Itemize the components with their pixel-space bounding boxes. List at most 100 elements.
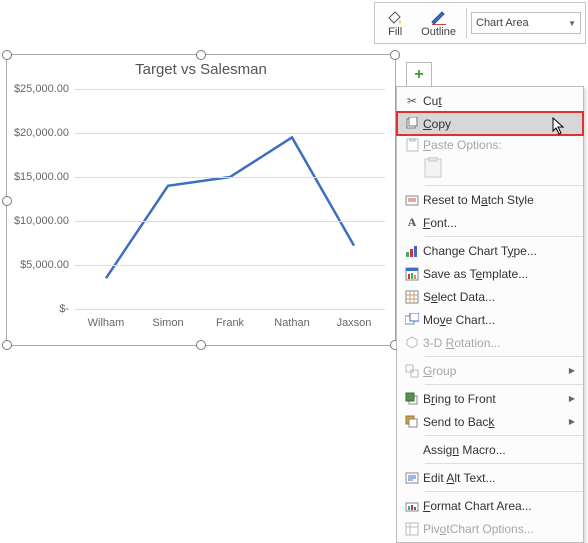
ctx-3d-label: 3-D Rotation... <box>423 336 575 350</box>
context-menu: ✂ Cut Copy Paste Options: Reset to Match… <box>396 86 584 543</box>
pivot-options-icon <box>401 522 423 536</box>
x-axis-label: Frank <box>199 317 261 329</box>
gridline <box>75 221 385 222</box>
font-icon: A <box>401 215 423 230</box>
ctx-separator <box>425 185 583 186</box>
ctx-separator <box>425 491 583 492</box>
chevron-down-icon: ▼ <box>568 19 576 28</box>
ctx-edit-alt-text[interactable]: Edit Alt Text... <box>397 466 583 489</box>
select-data-icon <box>401 290 423 304</box>
selection-handle[interactable] <box>390 50 400 60</box>
chart-plot-area: WilhamSimonFrankNathanJaxson $-$5,000.00… <box>75 89 385 309</box>
gridline <box>75 177 385 178</box>
ctx-alt-text-label: Edit Alt Text... <box>423 471 575 485</box>
x-axis-label: Simon <box>137 317 199 329</box>
paste-option-icon <box>423 157 575 182</box>
chevron-right-icon: ▶ <box>569 366 575 375</box>
ctx-paste-options: Paste Options: <box>397 135 583 155</box>
chart-element-selector-value: Chart Area <box>476 17 529 29</box>
clipboard-icon <box>401 138 423 152</box>
chart-type-icon <box>401 244 423 258</box>
selection-handle[interactable] <box>2 196 12 206</box>
chart-area[interactable]: Target vs Salesman WilhamSimonFrankNatha… <box>6 54 396 346</box>
selection-handle[interactable] <box>196 340 206 350</box>
ctx-group-label: Group <box>423 364 569 378</box>
selection-handle[interactable] <box>196 50 206 60</box>
ctx-3d-rotation: 3-D Rotation... <box>397 331 583 354</box>
ctx-reset-style[interactable]: Reset to Match Style <box>397 188 583 211</box>
ctx-bring-front-label: Bring to Front <box>423 392 569 406</box>
pen-outline-icon <box>429 8 449 26</box>
y-axis-label: $15,000.00 <box>7 171 69 183</box>
ctx-paste-options-label: Paste Options: <box>423 138 575 152</box>
x-axis-labels: WilhamSimonFrankNathanJaxson <box>75 317 385 329</box>
copy-icon <box>401 117 423 131</box>
paint-bucket-icon <box>385 8 405 26</box>
ctx-separator <box>425 463 583 464</box>
ctx-format-chart-area[interactable]: Format Chart Area... <box>397 494 583 517</box>
ctx-separator <box>425 356 583 357</box>
toolbar-divider <box>466 8 467 38</box>
ctx-save-template-label: Save as Template... <box>423 267 575 281</box>
ctx-send-back[interactable]: Send to Back ▶ <box>397 410 583 433</box>
gridline <box>75 133 385 134</box>
fill-label: Fill <box>388 26 402 38</box>
chart-mini-toolbar: Fill Outline Chart Area ▼ <box>374 2 586 44</box>
format-area-icon <box>401 499 423 513</box>
gridline <box>75 89 385 90</box>
ctx-select-data[interactable]: Select Data... <box>397 285 583 308</box>
chart-line-series <box>75 89 385 309</box>
bring-front-icon <box>401 392 423 406</box>
ctx-separator <box>425 236 583 237</box>
x-axis-label: Nathan <box>261 317 323 329</box>
x-axis-label: Jaxson <box>323 317 385 329</box>
ctx-separator <box>425 384 583 385</box>
ctx-change-chart-type[interactable]: Change Chart Type... <box>397 239 583 262</box>
ctx-bring-front[interactable]: Bring to Front ▶ <box>397 387 583 410</box>
y-axis-label: $- <box>7 303 69 315</box>
chart-elements-plus-button[interactable]: + <box>406 62 432 88</box>
ctx-assign-macro[interactable]: Assign Macro... <box>397 438 583 461</box>
outline-label: Outline <box>421 26 456 38</box>
fill-button[interactable]: Fill <box>379 6 411 40</box>
ctx-move-chart-label: Move Chart... <box>423 313 575 327</box>
alt-text-icon <box>401 471 423 485</box>
ctx-separator <box>425 435 583 436</box>
group-icon <box>401 364 423 378</box>
chart-element-selector[interactable]: Chart Area ▼ <box>471 12 581 34</box>
y-axis-label: $25,000.00 <box>7 83 69 95</box>
ctx-copy-label: Copy <box>423 117 575 131</box>
ctx-send-back-label: Send to Back <box>423 415 569 429</box>
x-axis-label: Wilham <box>75 317 137 329</box>
ctx-font[interactable]: A Font... <box>397 211 583 234</box>
gridline <box>75 265 385 266</box>
chevron-right-icon: ▶ <box>569 417 575 426</box>
y-axis-label: $5,000.00 <box>7 259 69 271</box>
gridline <box>75 309 385 310</box>
y-axis-label: $10,000.00 <box>7 215 69 227</box>
y-axis-label: $20,000.00 <box>7 127 69 139</box>
move-chart-icon <box>401 313 423 327</box>
ctx-group: Group ▶ <box>397 359 583 382</box>
ctx-save-template[interactable]: Save as Template... <box>397 262 583 285</box>
ctx-font-label: Font... <box>423 216 575 230</box>
ctx-change-type-label: Change Chart Type... <box>423 244 575 258</box>
outline-button[interactable]: Outline <box>415 6 462 40</box>
reset-style-icon <box>401 193 423 207</box>
scissors-icon: ✂ <box>401 94 423 108</box>
ctx-copy[interactable]: Copy <box>397 112 583 135</box>
ctx-reset-label: Reset to Match Style <box>423 193 575 207</box>
ctx-format-area-label: Format Chart Area... <box>423 499 575 513</box>
ctx-cut[interactable]: ✂ Cut <box>397 89 583 112</box>
ctx-paste-option-clipboard <box>397 155 583 183</box>
ctx-pivotchart-options: PivotChart Options... <box>397 517 583 540</box>
ctx-assign-macro-label: Assign Macro... <box>423 443 575 457</box>
rotate-3d-icon <box>401 336 423 350</box>
ctx-move-chart[interactable]: Move Chart... <box>397 308 583 331</box>
ctx-select-data-label: Select Data... <box>423 290 575 304</box>
ctx-cut-label: Cut <box>423 94 575 108</box>
selection-handle[interactable] <box>2 50 12 60</box>
save-template-icon <box>401 267 423 281</box>
selection-handle[interactable] <box>2 340 12 350</box>
send-back-icon <box>401 415 423 429</box>
